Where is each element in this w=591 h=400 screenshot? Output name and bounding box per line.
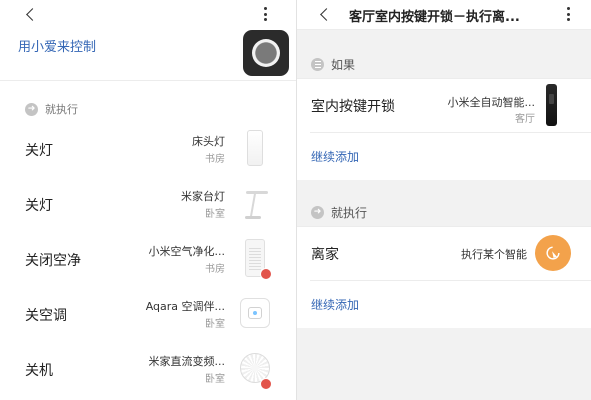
device-name: 床头灯 xyxy=(192,135,225,148)
chevron-left-icon xyxy=(25,7,39,21)
offline-badge-icon xyxy=(260,378,272,390)
condition-title: 室内按键开锁 xyxy=(311,99,395,115)
action-row[interactable]: 关灯 床头灯 书房 xyxy=(0,122,296,178)
add-action-link[interactable]: 继续添加 xyxy=(311,296,359,313)
action-title: 关空调 xyxy=(25,308,67,324)
add-condition-link[interactable]: 继续添加 xyxy=(311,148,359,165)
if-card: 室内按键开锁 小米全自动智能... 客厅 继续添加 xyxy=(297,78,591,180)
action-title: 关灯 xyxy=(25,143,53,159)
speaker-ring-icon xyxy=(252,39,280,67)
condition-row[interactable]: 室内按键开锁 小米全自动智能... 客厅 xyxy=(297,78,591,132)
arrow-right-circle-icon: ➜ xyxy=(311,206,324,219)
device-room: 卧室 xyxy=(205,209,225,220)
section-header-execute: ➜ 就执行 xyxy=(25,101,78,117)
section-label: 就执行 xyxy=(45,103,78,116)
device-name: 米家台灯 xyxy=(181,190,225,203)
section-label: 就执行 xyxy=(331,206,368,220)
more-button[interactable] xyxy=(258,5,272,23)
section-header-if: 如果 xyxy=(311,56,355,73)
xiaoai-control-link[interactable]: 用小爱来控制 xyxy=(18,36,96,55)
action-title: 关机 xyxy=(25,363,53,379)
right-screen: 客厅室内按键开锁－执行离... 如果 室内按键开锁 小米全自动智能... 客厅 … xyxy=(297,0,591,400)
device-name: Aqara 空调伴... xyxy=(145,300,225,313)
smart-lock-icon xyxy=(546,84,557,126)
offline-badge-icon xyxy=(260,268,272,280)
ac-companion-icon xyxy=(239,293,271,333)
arrow-right-circle-icon: ➜ xyxy=(25,102,38,116)
device-name: 小米空气净化... xyxy=(148,245,226,258)
chevron-left-icon xyxy=(319,7,333,21)
action-title: 关灯 xyxy=(25,198,53,214)
fan-icon xyxy=(239,348,272,390)
device-room: 书房 xyxy=(205,264,225,275)
device-room: 卧室 xyxy=(205,319,225,330)
more-vertical-icon xyxy=(566,7,570,21)
more-vertical-icon xyxy=(263,7,267,21)
bedside-lamp-icon xyxy=(239,128,271,168)
divider xyxy=(310,132,591,133)
action-row[interactable]: 关灯 米家台灯 卧室 xyxy=(0,177,296,233)
desk-lamp-icon xyxy=(239,183,271,223)
left-screen: 用小爱来控制 ➜ 就执行 关灯 床头灯 书房 关灯 米家台灯 卧室 关闭空净 小… xyxy=(0,0,296,400)
device-name: 米家直流变频... xyxy=(148,355,226,368)
air-purifier-icon xyxy=(239,238,272,280)
action-title: 离家 xyxy=(311,247,339,263)
back-button[interactable] xyxy=(316,6,336,22)
action-type: 执行某个智能 xyxy=(461,248,527,261)
divider xyxy=(310,280,591,281)
device-room: 书房 xyxy=(205,154,225,165)
then-card: 离家 执行某个智能 继续添加 xyxy=(297,226,591,328)
action-row[interactable]: 关空调 Aqara 空调伴... 卧室 xyxy=(0,287,296,343)
xiaoai-speaker-icon[interactable] xyxy=(243,30,289,76)
more-button[interactable] xyxy=(561,5,575,23)
divider xyxy=(0,80,296,81)
device-room: 卧室 xyxy=(205,374,225,385)
device-name: 小米全自动智能... xyxy=(447,96,536,109)
device-room: 客厅 xyxy=(515,114,535,125)
page-title: 客厅室内按键开锁－执行离... xyxy=(349,10,520,25)
section-header-execute: ➜ 就执行 xyxy=(311,204,367,221)
action-row[interactable]: 离家 执行某个智能 xyxy=(297,226,591,280)
action-row[interactable]: 关闭空净 小米空气净化... 书房 xyxy=(0,232,296,288)
list-circle-icon xyxy=(311,58,324,71)
back-button[interactable] xyxy=(22,6,42,22)
action-title: 关闭空净 xyxy=(25,253,81,269)
smart-scene-icon xyxy=(535,235,571,271)
section-label: 如果 xyxy=(331,58,356,72)
action-row[interactable]: 关机 米家直流变频... 卧室 xyxy=(0,342,296,398)
header: 客厅室内按键开锁－执行离... xyxy=(297,0,591,30)
